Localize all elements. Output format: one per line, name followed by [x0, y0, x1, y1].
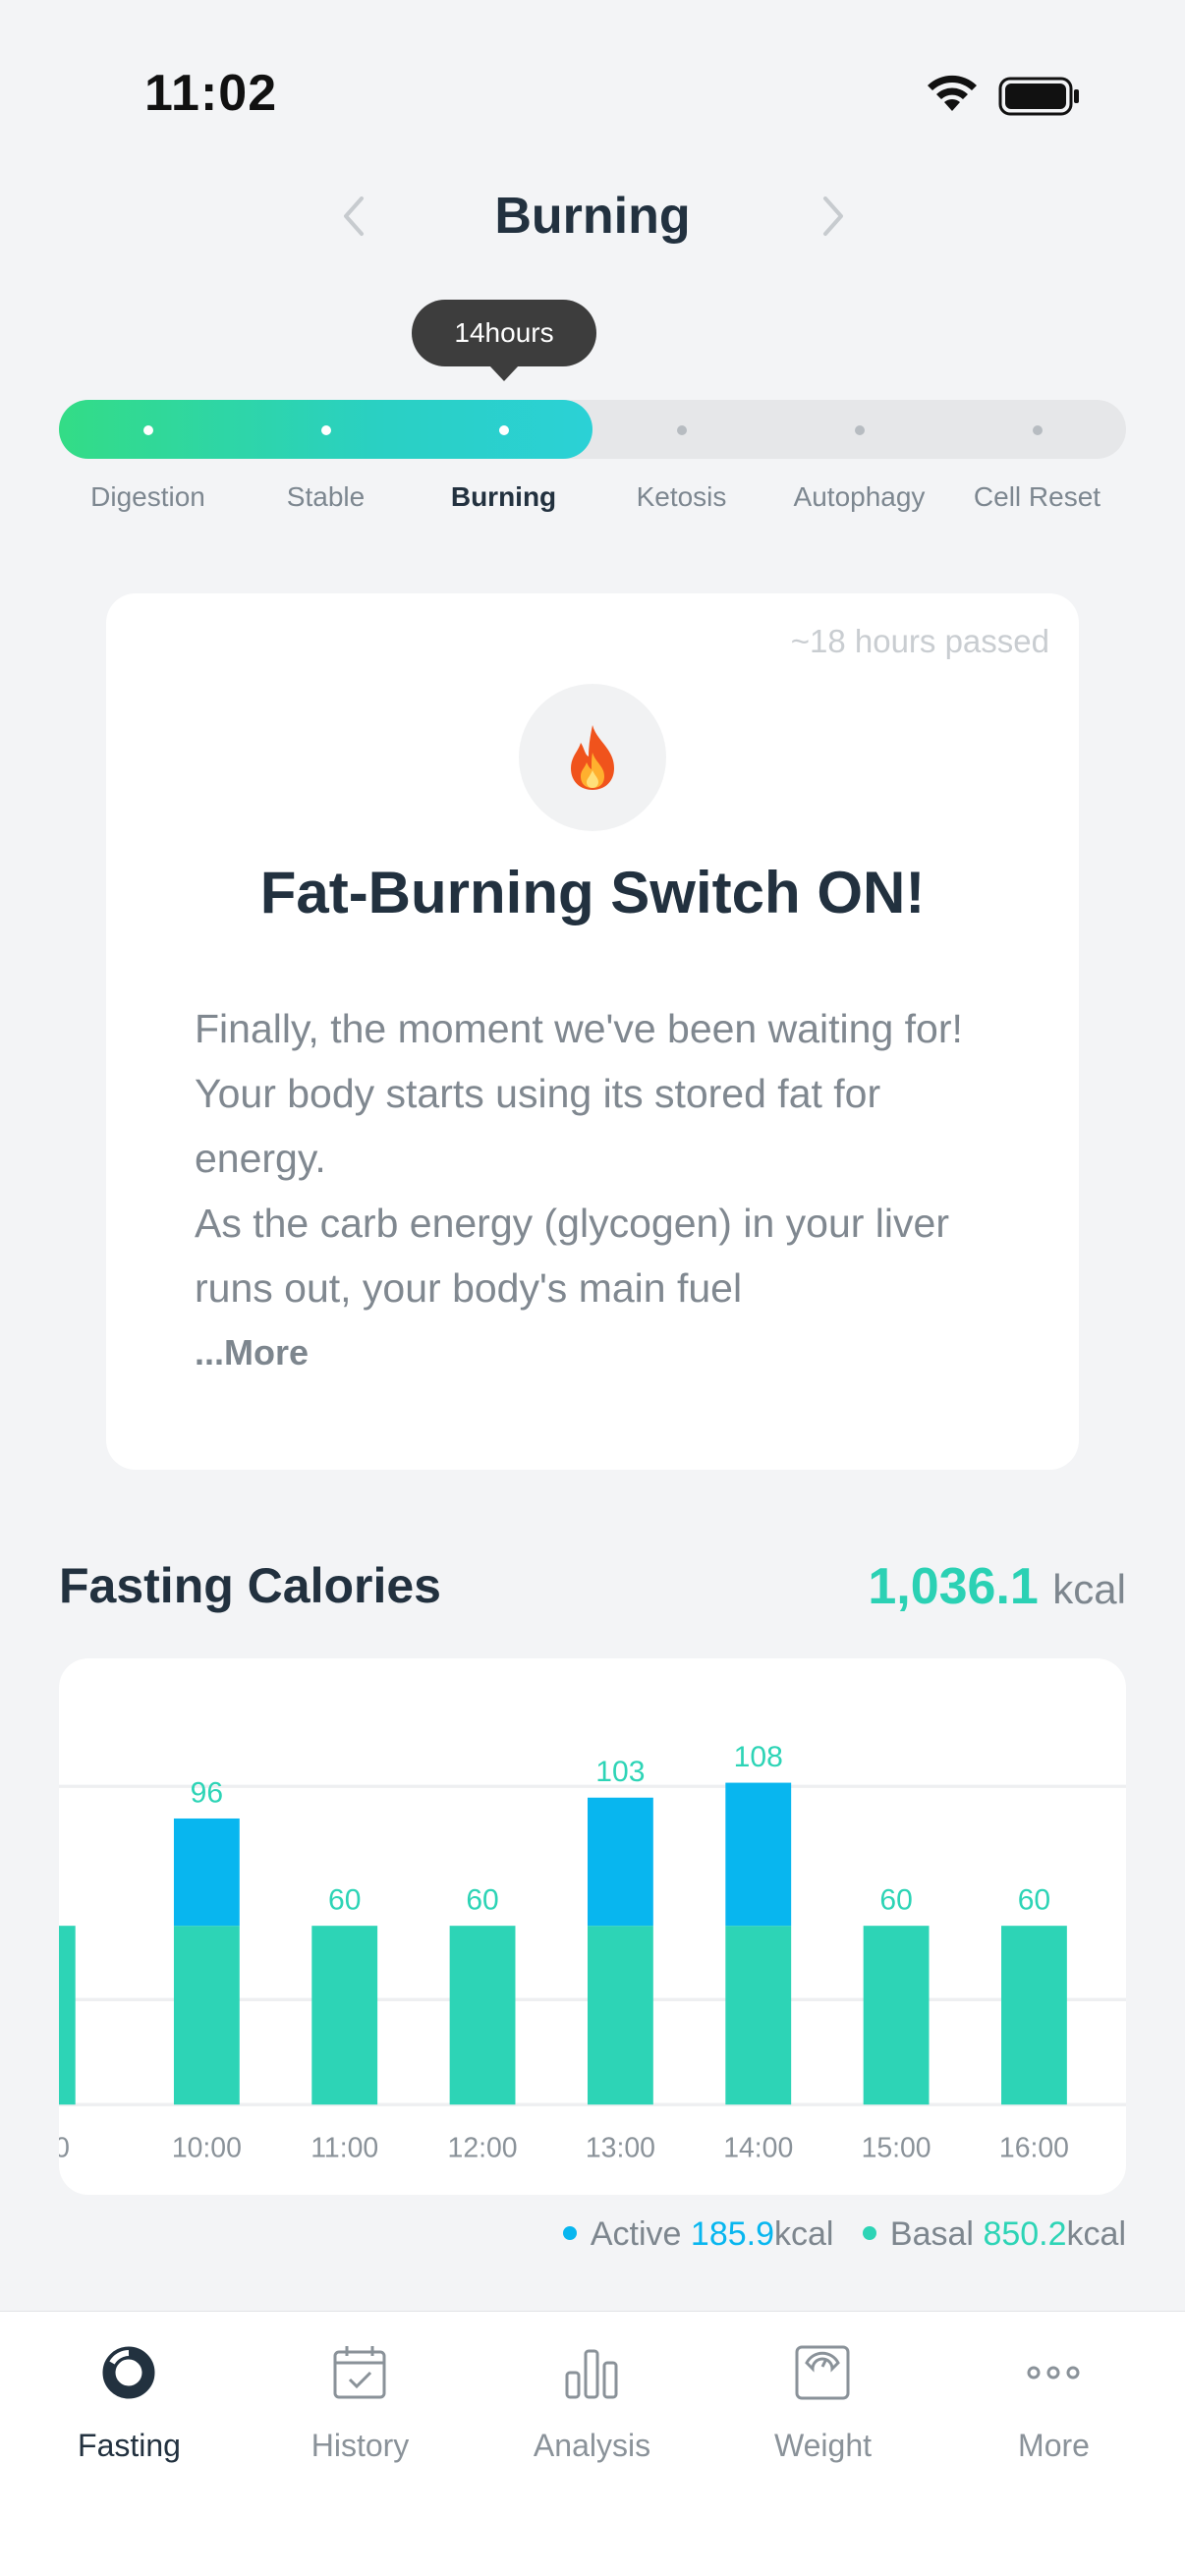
total-calories-value: 1,036.1 [868, 1558, 1039, 1615]
bar-active-13:00 [587, 1797, 653, 1927]
active-legend-label: Active [590, 2215, 682, 2253]
page-title: Burning [494, 188, 691, 245]
bottom-tab-bar: Fasting History Analysis Weight More [0, 2311, 1185, 2576]
active-legend-dot [562, 2226, 577, 2241]
chart-legend: Active 185.9kcal Basal 850.2kcal [543, 2215, 1126, 2254]
data-label-15:00: 60 [879, 1883, 912, 1916]
tab-label: Weight [773, 2428, 872, 2463]
battery-icon [998, 77, 1079, 116]
tab-label: Fasting [78, 2428, 181, 2463]
flame-icon [571, 725, 614, 790]
stage-card-title: Fat-Burning Switch ON! [259, 860, 926, 925]
bar-basal-15:00 [863, 1926, 930, 2105]
data-label-16:00: 60 [1018, 1883, 1050, 1916]
time-passed-label: ~18 hours passed [790, 623, 1049, 659]
more-dots-icon [1027, 2366, 1080, 2380]
data-label-10:00: 96 [191, 1776, 223, 1809]
next-stage-button[interactable] [804, 187, 863, 246]
status-bar: 11:02 [0, 0, 1185, 187]
bar-basal-13:00 [587, 1926, 653, 2105]
fasting-ring-icon [102, 2346, 155, 2399]
tab-more[interactable]: More [938, 2312, 1169, 2508]
tab-label: More [1018, 2428, 1090, 2463]
bar-basal-10:00 [173, 1926, 240, 2105]
bar-basal-16:00 [1001, 1926, 1067, 2105]
stage-card-description: Finally, the moment we've been waiting f… [195, 1006, 963, 1311]
x-tick-label: 13:00 [586, 2133, 655, 2164]
stage-marker [676, 425, 687, 435]
active-legend-unit: kcal [774, 2215, 834, 2253]
stage-info-card: ~18 hours passed Fat-Burning Switch ON! … [106, 593, 1079, 1470]
scale-icon [795, 2345, 850, 2400]
basal-legend-value: 850.2 [983, 2215, 1067, 2253]
bar-active-10:00 [173, 1818, 240, 1927]
tab-label: History [310, 2428, 410, 2463]
fasting-calories-title: Fasting Calories [59, 1558, 441, 1613]
total-calories-unit: kcal [1052, 1566, 1126, 1612]
data-label-12:00: 60 [466, 1883, 498, 1916]
stage-label-stable[interactable]: Stable [237, 481, 415, 513]
bar-basal-9:00 [59, 1926, 76, 2105]
tab-history[interactable]: History [245, 2312, 476, 2508]
stage-marker [1032, 425, 1043, 435]
bar-chart-icon [565, 2349, 618, 2399]
stage-icon-badge [519, 684, 666, 831]
bar-basal-12:00 [449, 1926, 516, 2105]
x-tick-label: 16:00 [999, 2133, 1069, 2164]
total-calories: 1,036.1 kcal [868, 1557, 1126, 1616]
stage-label-autophagy[interactable]: Autophagy [770, 481, 948, 513]
x-tick-label: 10:00 [172, 2133, 242, 2164]
read-more-link[interactable]: ...More [195, 1332, 309, 1373]
stage-marker [142, 425, 153, 435]
stage-marker [320, 425, 331, 435]
calories-bar-chart: 60 9:00 96 10:00 60 11:00 60 12:00 103 13:00 108 14… [59, 1741, 1126, 2164]
basal-legend-dot [862, 2226, 876, 2241]
wifi-icon [928, 75, 977, 111]
x-tick-label: 11:00 [310, 2133, 378, 2164]
active-legend-value: 185.9 [690, 2215, 774, 2253]
calendar-check-icon [333, 2346, 386, 2399]
stage-label-burning[interactable]: Burning [415, 481, 592, 513]
x-tick-label: 9:00 [59, 2133, 70, 2164]
stage-marker [498, 425, 509, 435]
stage-marker [854, 425, 865, 435]
basal-legend-unit: kcal [1066, 2215, 1126, 2253]
stage-label-digestion[interactable]: Digestion [59, 481, 237, 513]
stage-progress-track [59, 400, 1126, 459]
data-label-11:00: 60 [328, 1883, 361, 1916]
stage-label-cell-reset[interactable]: Cell Reset [948, 481, 1126, 513]
basal-legend-label: Basal [889, 2215, 974, 2253]
tab-label: Analysis [533, 2428, 651, 2463]
bar-basal-14:00 [725, 1926, 792, 2105]
status-time: 11:02 [144, 65, 278, 122]
data-label-13:00: 103 [595, 1756, 645, 1788]
x-tick-label: 15:00 [862, 2133, 931, 2164]
tab-analysis[interactable]: Analysis [477, 2312, 707, 2508]
x-tick-label: 12:00 [448, 2133, 518, 2164]
elapsed-tooltip: 14hours [412, 300, 596, 366]
data-label-14:00: 108 [734, 1741, 783, 1773]
tab-fasting[interactable]: Fasting [14, 2312, 245, 2508]
tooltip-pointer [489, 365, 519, 381]
calories-chart-card[interactable]: 60 9:00 96 10:00 60 11:00 60 12:00 103 13:00 108 14… [59, 1658, 1126, 2195]
x-tick-label: 14:00 [723, 2133, 793, 2164]
tab-weight[interactable]: Weight [707, 2312, 938, 2508]
bar-basal-11:00 [311, 1926, 378, 2105]
stage-label-ketosis[interactable]: Ketosis [592, 481, 770, 513]
bar-active-14:00 [725, 1782, 792, 1927]
